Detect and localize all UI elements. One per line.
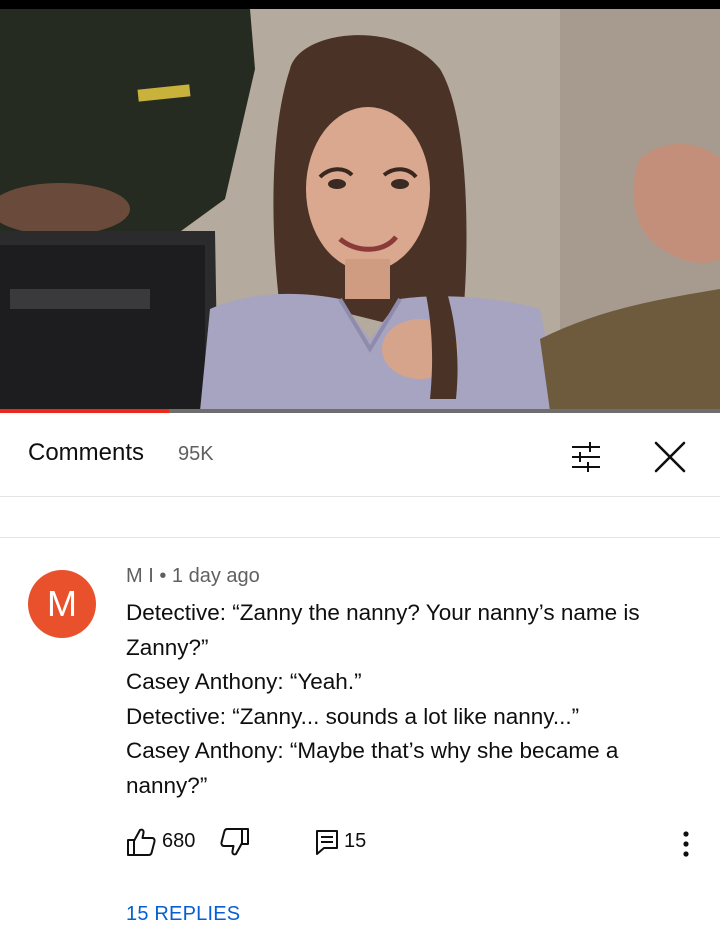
comment-time: 1 day ago [171,565,260,587]
dislike-button[interactable] [220,826,250,858]
reply-count: 15 [344,830,367,852]
thumbs-down-icon [220,828,249,856]
comment-body: Detective: “Zanny the nanny? Your nanny’… [126,596,696,803]
comment-line: nanny?” [126,772,208,798]
comment-line: Casey Anthony: “Yeah.” [126,669,362,694]
sort-button[interactable] [566,437,606,477]
comment-author[interactable]: M I [126,565,154,587]
sort-filter-icon [572,442,600,472]
comments-count: 95K [178,443,214,465]
reply-comment-icon [316,830,338,855]
close-icon [654,441,686,473]
comment-meta: M I • 1 day ago [126,565,260,588]
video-frame [0,9,720,411]
reply-button[interactable] [314,828,340,856]
more-options-button[interactable] [674,828,698,860]
view-replies-link[interactable]: 15 REPLIES [126,903,240,926]
header-divider [0,496,720,497]
vertical-dots-icon [683,831,689,857]
comment-line: Detective: “Zanny... sounds a lot like n… [126,703,580,729]
like-button[interactable] [126,826,156,858]
comments-title: Comments [28,439,145,466]
comments-header: Comments 95K [0,413,720,497]
comment-line: Zanny?” [126,634,209,660]
meta-separator: • [159,565,167,587]
comment-line: Casey Anthony: “Maybe that’s why she bec… [126,738,619,763]
thumbs-up-icon [127,828,156,856]
close-comments-button[interactable] [650,437,690,477]
like-count: 680 [162,830,196,852]
comment-line: Detective: “Zanny the nanny? Your nanny’… [126,600,640,625]
section-divider [0,537,720,538]
video-player[interactable] [0,9,720,411]
status-bar-strip [0,0,720,9]
avatar[interactable]: M [28,570,96,638]
